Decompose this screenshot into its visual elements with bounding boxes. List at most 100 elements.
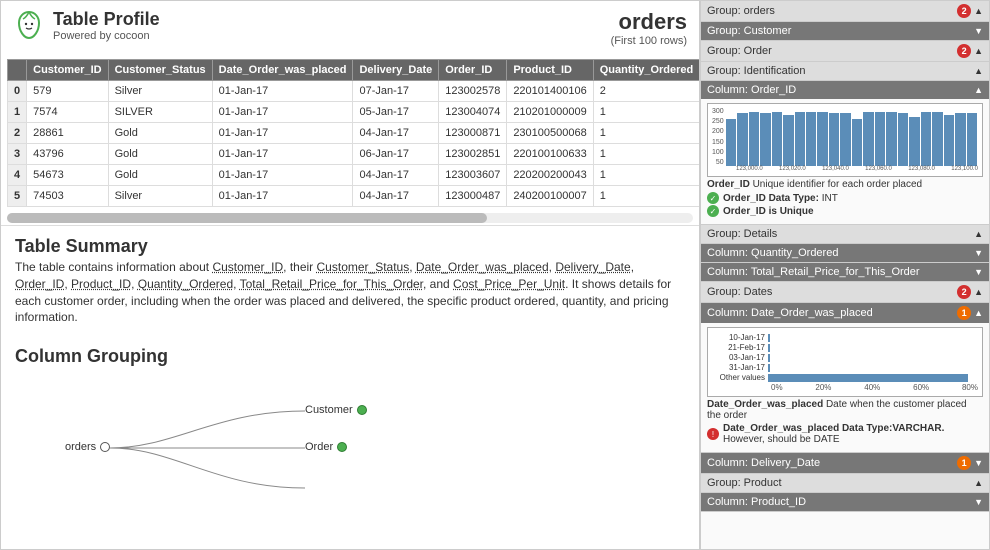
chevron-down-icon: ▼ [974,248,983,258]
header: Table Profile Powered by cocoon orders (… [1,1,699,55]
summary-title: Table Summary [15,236,685,257]
app-title: Table Profile [53,9,611,30]
panel-row-header[interactable]: Column: Order_ID▲ [701,81,989,99]
data-table-container[interactable]: Customer_IDCustomer_StatusDate_Order_was… [1,55,699,211]
grouping-graph[interactable]: orders Customer Order [15,373,685,513]
chevron-up-icon: ▲ [974,6,983,16]
table-cell: 05-Jan-17 [353,102,439,123]
table-name: orders [611,9,687,35]
chevron-up-icon: ▲ [974,229,983,239]
table-cell: 2 [593,81,699,102]
alert-badge: 1 [957,456,971,470]
panel-row-header[interactable]: Column: Quantity_Ordered▼ [701,244,989,262]
chevron-up-icon: ▲ [974,287,983,297]
column-grouping: Column Grouping orders Customer Order [1,336,699,549]
chevron-up-icon: ▲ [974,85,983,95]
table-cell: 220100100633 [507,144,593,165]
table-row[interactable]: 343796Gold01-Jan-1706-Jan-17123002851220… [8,144,700,165]
table-cell: 54673 [27,165,108,186]
table-cell: 240200100007 [507,186,593,207]
table-cell: 01-Jan-17 [212,186,353,207]
panel-row-header[interactable]: Group: Details▲ [701,225,989,243]
panel-row-header[interactable]: Column: Product_ID▼ [701,493,989,511]
check-icon: ✓ [707,192,719,204]
panel-row-header[interactable]: Group: Identification▲ [701,62,989,80]
table-cell: 230100500068 [507,123,593,144]
table-cell: 01-Jan-17 [212,123,353,144]
graph-node-order[interactable]: Order [305,441,347,453]
data-table: Customer_IDCustomer_StatusDate_Order_was… [7,59,699,207]
table-cell: 1 [593,186,699,207]
table-cell: 04-Jan-17 [353,186,439,207]
panel-row-header[interactable]: Group: Product▲ [701,474,989,492]
panel-row-header[interactable]: Group: Customer▼ [701,22,989,40]
panel-row-header[interactable]: Column: Delivery_Date1▼ [701,453,989,473]
panel-row-header[interactable]: Column: Total_Retail_Price_for_This_Orde… [701,263,989,281]
chevron-up-icon: ▲ [974,66,983,76]
horizontal-scrollbar[interactable] [7,213,693,223]
panel-row-header[interactable]: Column: Date_Order_was_placed1▲ [701,303,989,323]
table-cell: Gold [108,144,212,165]
table-row[interactable]: 454673Gold01-Jan-1704-Jan-17123003607220… [8,165,700,186]
table-cell: Gold [108,123,212,144]
chevron-up-icon: ▲ [974,308,983,318]
panel-row-header[interactable]: Group: Dates2▲ [701,282,989,302]
table-cell: 123002578 [439,81,507,102]
table-cell: Silver [108,186,212,207]
grouping-title: Column Grouping [15,346,685,367]
table-summary: Table Summary The table contains informa… [1,225,699,336]
table-cell: Silver [108,81,212,102]
cocoon-logo-icon [13,9,45,41]
date-order-barchart[interactable]: 10-Jan-1721-Feb-1703-Jan-1731-Jan-17Othe… [707,327,983,397]
graph-node-root[interactable]: orders [65,441,110,453]
table-cell: 123000487 [439,186,507,207]
table-cell: 123002851 [439,144,507,165]
table-row[interactable]: 574503Silver01-Jan-1704-Jan-171230004872… [8,186,700,207]
table-cell: 123003607 [439,165,507,186]
table-cell: 123004074 [439,102,507,123]
table-cell: 04-Jan-17 [353,165,439,186]
table-cell: 1 [593,123,699,144]
table-cell: 7574 [27,102,108,123]
chevron-down-icon: ▼ [974,26,983,36]
table-cell: Gold [108,165,212,186]
table-cell: 04-Jan-17 [353,123,439,144]
table-cell: 01-Jan-17 [212,81,353,102]
col-header[interactable]: Customer_Status [108,60,212,81]
table-cell: 01-Jan-17 [212,144,353,165]
summary-text: The table contains information about Cus… [15,259,685,326]
col-header[interactable]: Order_ID [439,60,507,81]
order-id-histogram[interactable]: 30025020015010050 123,000.0123,020.0123,… [707,103,983,177]
graph-node-customer[interactable]: Customer [305,404,367,416]
chevron-up-icon: ▲ [974,478,983,488]
table-cell: 01-Jan-17 [212,165,353,186]
col-header[interactable]: Quantity_Ordered [593,60,699,81]
table-cell: 06-Jan-17 [353,144,439,165]
app-subtitle: Powered by cocoon [53,30,611,42]
check-icon: ✓ [707,205,719,217]
panel-row-header[interactable]: Group: orders2▲ [701,1,989,21]
table-cell: 1 [593,165,699,186]
table-row[interactable]: 228861Gold01-Jan-1704-Jan-17123000871230… [8,123,700,144]
table-row[interactable]: 0579Silver01-Jan-1707-Jan-17123002578220… [8,81,700,102]
table-cell: 43796 [27,144,108,165]
table-row[interactable]: 17574SILVER01-Jan-1705-Jan-1712300407421… [8,102,700,123]
chevron-down-icon: ▼ [974,497,983,507]
alert-badge: 2 [957,4,971,18]
col-header[interactable]: Delivery_Date [353,60,439,81]
table-cell: 07-Jan-17 [353,81,439,102]
error-icon: ! [707,428,719,440]
table-cell: 01-Jan-17 [212,102,353,123]
right-panel[interactable]: Group: orders2▲ Group: Customer▼ Group: … [700,0,990,550]
table-subtitle: (First 100 rows) [611,35,687,47]
col-header[interactable]: Product_ID [507,60,593,81]
table-cell: 220200200043 [507,165,593,186]
alert-badge: 1 [957,306,971,320]
panel-row-header[interactable]: Group: Order2▲ [701,41,989,61]
col-header[interactable]: Date_Order_was_placed [212,60,353,81]
table-cell: 28861 [27,123,108,144]
col-header[interactable]: Customer_ID [27,60,108,81]
chevron-up-icon: ▲ [974,46,983,56]
table-cell: 74503 [27,186,108,207]
table-cell: 1 [593,102,699,123]
